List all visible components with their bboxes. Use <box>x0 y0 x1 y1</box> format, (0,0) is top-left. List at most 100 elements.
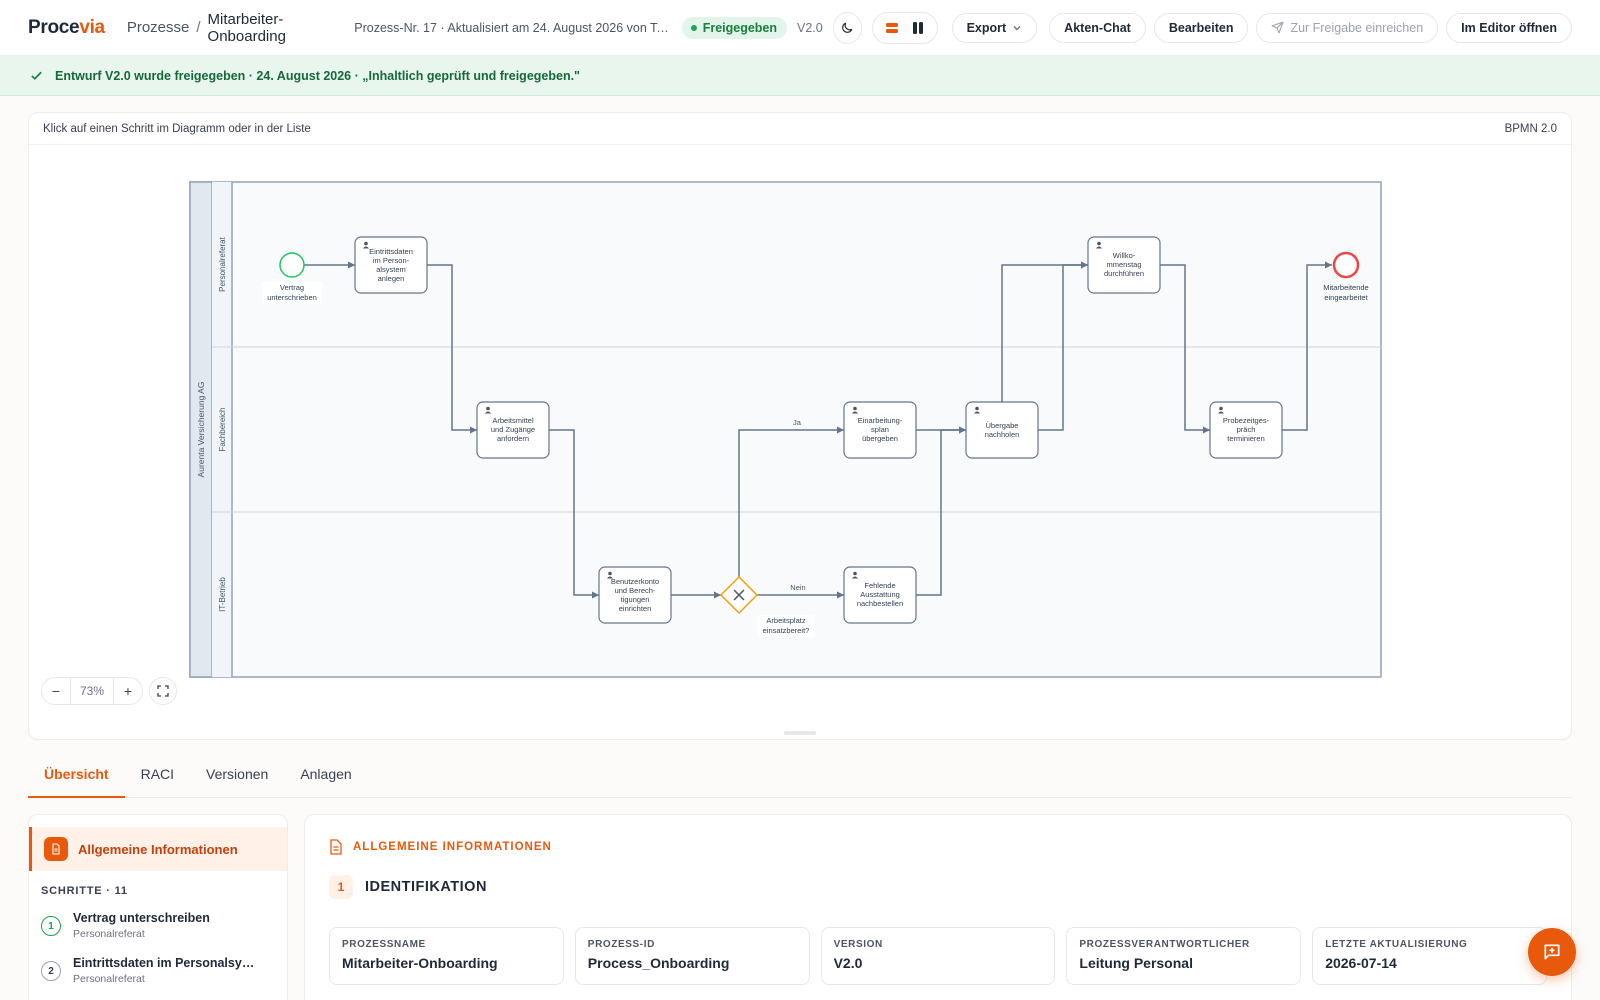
step-number: 1 <box>41 916 61 936</box>
approval-banner: Entwurf V2.0 wurde freigegeben · 24. Aug… <box>0 56 1600 96</box>
resize-handle[interactable] <box>784 731 816 735</box>
tab-versionen[interactable]: Versionen <box>190 760 284 798</box>
svg-text:alsystem: alsystem <box>376 265 406 274</box>
task-arbeitsmittel[interactable]: Arbeitsmittel und Zugänge anfordern <box>476 401 550 459</box>
zoom-group: − 73% + <box>41 677 143 705</box>
task-eintrittsdaten[interactable]: Eintrittsdaten im Person- alsystem anleg… <box>354 236 428 294</box>
field-version: VERSION V2.0 <box>820 927 1056 985</box>
open-editor-button[interactable]: Im Editor öffnen <box>1446 12 1572 43</box>
svg-text:Vertrag: Vertrag <box>280 283 304 292</box>
step-title: Eintrittsdaten im Personalsyste... <box>73 956 258 970</box>
send-icon <box>1271 21 1284 34</box>
zoom-controls: − 73% + <box>41 677 177 705</box>
step-item[interactable]: 2 Eintrittsdaten im Personalsyste... Per… <box>29 948 287 993</box>
svg-text:Fehlende: Fehlende <box>864 581 895 590</box>
lane-label-personalreferat: Personalreferat <box>218 236 227 291</box>
version-tag: V2.0 <box>797 20 823 35</box>
svg-text:einrichten: einrichten <box>619 604 652 613</box>
theme-toggle-button[interactable] <box>832 11 863 44</box>
chat-add-icon <box>1544 944 1560 960</box>
section-nav: Allgemeine Informationen SCHRITTE · 11 1… <box>28 814 288 1000</box>
step-title: Vertrag unterschreiben <box>73 911 210 925</box>
bpmn-canvas[interactable]: Aurenta Versicherung AG Personalreferat … <box>29 145 1572 740</box>
svg-text:mmenstag: mmenstag <box>1106 260 1141 269</box>
diagram-toolbar: Klick auf einen Schritt im Diagramm oder… <box>29 113 1571 145</box>
svg-text:übergeben: übergeben <box>862 434 898 443</box>
fullscreen-button[interactable] <box>149 677 177 705</box>
chevron-down-icon <box>1013 25 1021 30</box>
breadcrumb-separator: / <box>196 19 201 36</box>
nav-item-allgemeine-informationen[interactable]: Allgemeine Informationen <box>29 827 287 871</box>
step-lane: Personalreferat <box>73 928 145 940</box>
status-dot-icon <box>690 24 697 31</box>
section-heading: ALLGEMEINE INFORMATIONEN <box>305 815 1571 855</box>
pool-label: Aurenta Versicherung AG <box>196 382 206 478</box>
stacked-layout-icon[interactable] <box>885 21 899 35</box>
flow-label-no: Nein <box>790 583 805 592</box>
flow-label-yes: Ja <box>793 418 802 427</box>
svg-text:Willko-: Willko- <box>1113 251 1136 260</box>
svg-text:terminieren: terminieren <box>1227 434 1265 443</box>
top-header: Procevia Prozesse / Mitarbeiter-Onboardi… <box>0 0 1600 56</box>
edit-button[interactable]: Bearbeiten <box>1153 12 1249 43</box>
task-fehlende-ausstattung[interactable]: Fehlende Ausstattung nachbestellen <box>843 566 917 624</box>
svg-text:im Person-: im Person- <box>373 256 410 265</box>
svg-text:Benutzerkonto: Benutzerkonto <box>611 577 659 586</box>
fullscreen-icon <box>157 685 169 697</box>
svg-text:und Berech-: und Berech- <box>615 586 656 595</box>
lane-label-it-betrieb: IT-Betrieb <box>218 577 227 612</box>
svg-text:eingearbeitet: eingearbeitet <box>1324 293 1368 302</box>
detail-tabs: Übersicht RACI Versionen Anlagen <box>28 760 1572 798</box>
field-prozessverantwortlicher: PROZESSVERANTWORTLICHER Leitung Personal <box>1066 927 1302 985</box>
moon-icon <box>842 22 853 33</box>
tab-anlagen[interactable]: Anlagen <box>284 760 367 798</box>
zoom-in-button[interactable]: + <box>114 683 142 699</box>
svg-text:Arbeitsmittel: Arbeitsmittel <box>492 416 534 425</box>
export-button[interactable]: Export <box>951 12 1038 43</box>
svg-text:einsatzbereit?: einsatzbereit? <box>763 626 810 635</box>
steps-heading: SCHRITTE · 11 <box>41 885 128 897</box>
field-prozess-id: PROZESS-ID Process_Onboarding <box>574 927 810 985</box>
app-logo[interactable]: Procevia <box>28 17 105 39</box>
task-uebergabe-nachholen[interactable]: Übergabe nachholen <box>965 401 1039 459</box>
breadcrumb-current: Mitarbeiter-Onboarding <box>207 10 286 45</box>
zoom-level: 73% <box>70 678 114 704</box>
svg-text:unterschrieben: unterschrieben <box>267 293 317 302</box>
svg-text:Arbeitsplatz: Arbeitsplatz <box>766 616 805 625</box>
diagram-hint: Klick auf einen Schritt im Diagramm oder… <box>43 122 311 135</box>
task-probezeitgespraech[interactable]: Probezeitges- präch terminieren <box>1209 401 1283 459</box>
task-einarbeitungsplan[interactable]: Einarbeitung- splan übergeben <box>843 401 917 459</box>
step-number: 2 <box>41 961 61 981</box>
submit-approval-button[interactable]: Zur Freigabe einreichen <box>1256 12 1439 43</box>
svg-text:und Zugänge: und Zugänge <box>491 425 535 434</box>
tab-uebersicht[interactable]: Übersicht <box>28 760 125 798</box>
view-toggle[interactable] <box>872 11 938 44</box>
document-icon <box>44 837 68 861</box>
svg-text:nachbestellen: nachbestellen <box>857 599 903 608</box>
document-icon <box>330 839 342 855</box>
field-letzte-aktualisierung: LETZTE AKTUALISIERUNG 2026-07-14 <box>1312 927 1547 985</box>
zoom-out-button[interactable]: − <box>42 683 70 699</box>
split-layout-icon[interactable] <box>911 21 925 35</box>
chat-fab-button[interactable] <box>1528 928 1576 976</box>
lane-label-fachbereich: Fachbereich <box>218 407 227 451</box>
task-willkommenstag[interactable]: Willko- mmenstag durchführen <box>1087 236 1161 294</box>
svg-text:anfordern: anfordern <box>497 434 529 443</box>
process-meta: Prozess-Nr. 17 · Aktualisiert am 24. Aug… <box>354 20 670 35</box>
svg-text:Übergabe: Übergabe <box>986 421 1019 430</box>
akten-chat-button[interactable]: Akten-Chat <box>1049 12 1146 43</box>
subsection-heading: 1 IDENTIFIKATION <box>305 855 1571 899</box>
tab-raci[interactable]: RACI <box>125 760 190 798</box>
task-benutzerkonto[interactable]: Benutzerkonto und Berech- tigungen einri… <box>598 566 672 624</box>
identification-fields: PROZESSNAME Mitarbeiter-Onboarding PROZES… <box>305 899 1571 985</box>
svg-text:Mitarbeitende: Mitarbeitende <box>1323 283 1368 292</box>
check-icon <box>31 71 42 80</box>
status-badge: Freigegeben <box>681 16 788 39</box>
svg-text:durchführen: durchführen <box>1104 269 1144 278</box>
svg-text:anlegen: anlegen <box>378 274 405 283</box>
step-item[interactable]: 1 Vertrag unterschreiben Personalreferat <box>29 903 287 948</box>
breadcrumb-root[interactable]: Prozesse <box>127 19 190 36</box>
svg-text:Probezeitges-: Probezeitges- <box>1223 416 1270 425</box>
subsection-title: IDENTIFIKATION <box>365 879 487 895</box>
banner-text: Entwurf V2.0 wurde freigegeben · 24. Aug… <box>55 68 580 83</box>
